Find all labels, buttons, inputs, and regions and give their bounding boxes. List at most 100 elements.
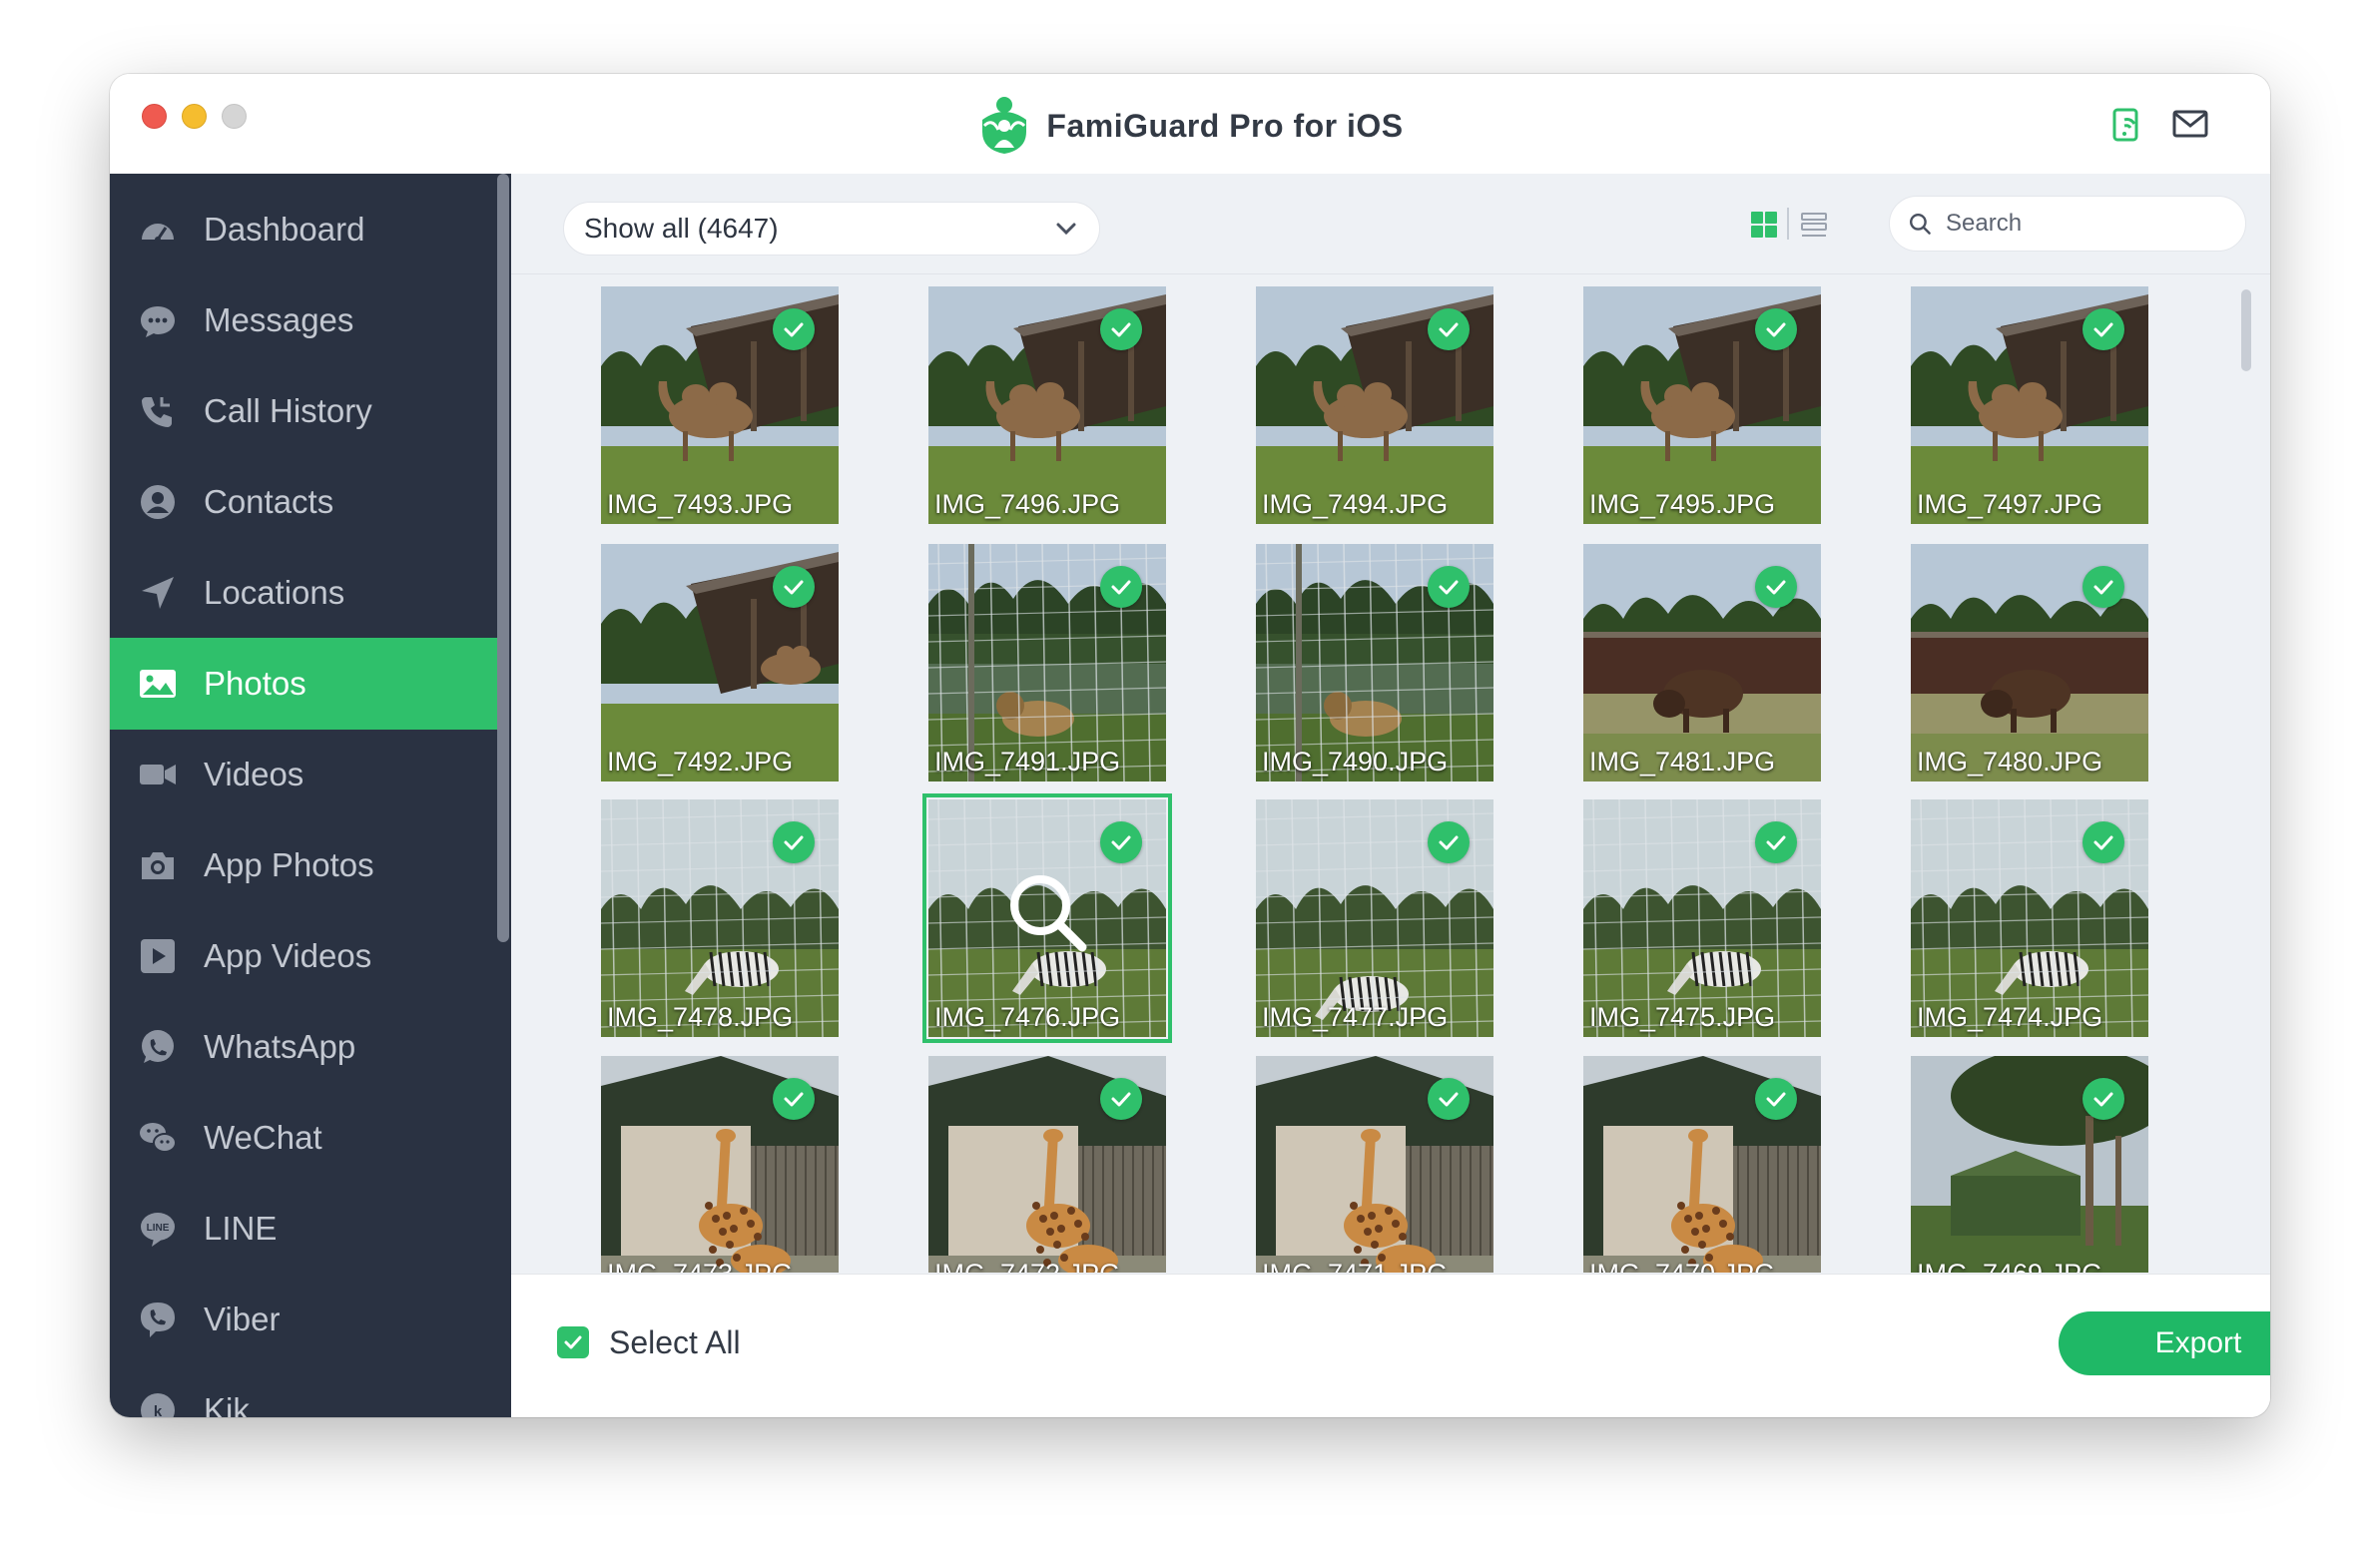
photo-checkbox[interactable] (1755, 1078, 1797, 1120)
sidebar-item-whatsapp[interactable]: WhatsApp (110, 1001, 499, 1093)
photo-checkbox[interactable] (1755, 308, 1797, 350)
photo-thumbnail[interactable]: IMG_7477.JPG (1256, 799, 1493, 1037)
list-view-icon[interactable] (1799, 210, 1829, 240)
photo-thumbnail[interactable]: IMG_7470.JPG (1583, 1056, 1821, 1273)
sidebar-scrollbar[interactable] (497, 174, 509, 942)
photo-thumbnail[interactable]: IMG_7476.JPG (922, 793, 1172, 1043)
sidebar-item-app-photos[interactable]: App Photos (110, 819, 499, 911)
photo-filename: IMG_7480.JPG (1917, 747, 2103, 777)
sidebar-item-locations[interactable]: Locations (110, 547, 499, 639)
sidebar-item-messages[interactable]: Messages (110, 274, 499, 366)
photo-thumbnail[interactable]: IMG_7478.JPG (601, 799, 839, 1037)
photo-checkbox[interactable] (1428, 821, 1470, 863)
photo-checkbox[interactable] (2082, 1078, 2124, 1120)
photo-thumbnail[interactable]: IMG_7471.JPG (1256, 1056, 1493, 1273)
photo-thumbnail[interactable]: IMG_7491.JPG (928, 544, 1166, 781)
sidebar-item-label: Call History (204, 392, 372, 429)
play-icon (138, 936, 178, 976)
checkmark-icon (784, 835, 804, 850)
photo-thumbnail[interactable]: IMG_7495.JPG (1583, 286, 1821, 524)
sidebar-item-kik[interactable]: k Kik (110, 1364, 499, 1417)
grid-view-icon[interactable] (1749, 210, 1779, 240)
sidebar-item-dashboard[interactable]: Dashboard (110, 184, 499, 275)
checkmark-icon (564, 1335, 582, 1349)
location-arrow-icon (138, 573, 178, 613)
photo-checkbox[interactable] (1428, 308, 1470, 350)
sidebar-item-line[interactable]: LINE LINE (110, 1183, 499, 1275)
photo-filename: IMG_7490.JPG (1262, 747, 1449, 777)
sidebar-item-app-videos[interactable]: App Videos (110, 910, 499, 1002)
photo-filename: IMG_7476.JPG (934, 1002, 1121, 1032)
sidebar-item-label: Dashboard (204, 211, 365, 248)
filter-dropdown[interactable]: Show all (4647) (563, 202, 1100, 256)
magnifier-icon[interactable] (1004, 869, 1090, 955)
sidebar-item-label: WeChat (204, 1119, 322, 1156)
photo-checkbox[interactable] (1428, 566, 1470, 608)
photo-checkbox[interactable] (1100, 821, 1142, 863)
photo-thumbnail[interactable]: IMG_7480.JPG (1911, 544, 2148, 781)
photo-checkbox[interactable] (1755, 566, 1797, 608)
photo-thumbnail[interactable]: IMG_7494.JPG (1256, 286, 1493, 524)
photo-checkbox[interactable] (773, 821, 815, 863)
photo-thumbnail[interactable]: IMG_7493.JPG (601, 286, 839, 524)
checkmark-icon (1111, 1092, 1131, 1107)
app-title: FamiGuard Pro for iOS (1046, 107, 1404, 144)
photo-filename: IMG_7497.JPG (1917, 489, 2103, 519)
photo-checkbox[interactable] (773, 566, 815, 608)
search-input[interactable] (1944, 209, 2227, 239)
photo-checkbox[interactable] (773, 1078, 815, 1120)
photo-thumbnail[interactable]: IMG_7497.JPG (1911, 286, 2148, 524)
mail-icon[interactable] (2170, 104, 2210, 144)
checkmark-icon (1111, 322, 1131, 337)
photo-checkbox[interactable] (1100, 1078, 1142, 1120)
sidebar-item-photos[interactable]: Photos (110, 638, 499, 730)
photo-checkbox[interactable] (1428, 1078, 1470, 1120)
sidebar-item-label: Videos (204, 756, 304, 792)
photo-thumbnail[interactable]: IMG_7474.JPG (1911, 799, 2148, 1037)
photo-thumbnail[interactable]: IMG_7492.JPG (601, 544, 839, 781)
photo-thumbnail[interactable]: IMG_7481.JPG (1583, 544, 1821, 781)
sidebar-item-label: Viber (204, 1301, 281, 1337)
photo-checkbox[interactable] (1100, 566, 1142, 608)
sidebar-item-call-history[interactable]: Call History (110, 365, 499, 457)
photo-thumbnail[interactable]: IMG_7475.JPG (1583, 799, 1821, 1037)
photo-checkbox[interactable] (1755, 821, 1797, 863)
viber-icon (138, 1300, 178, 1339)
device-connect-icon[interactable] (2106, 104, 2146, 144)
search-box[interactable] (1889, 196, 2246, 252)
photos-icon (138, 664, 178, 704)
sidebar-item-label: WhatsApp (204, 1028, 356, 1065)
photo-thumbnail[interactable]: IMG_7490.JPG (1256, 544, 1493, 781)
select-all-checkbox[interactable] (557, 1326, 589, 1358)
photo-filename: IMG_7472.JPG (934, 1259, 1120, 1273)
photo-thumbnail[interactable]: IMG_7472.JPG (928, 1056, 1166, 1273)
photo-filename: IMG_7474.JPG (1917, 1002, 2103, 1032)
checkmark-icon (1439, 580, 1459, 595)
export-button[interactable]: Export (2059, 1311, 2270, 1375)
photo-filename: IMG_7469.JPG (1917, 1259, 2102, 1273)
photo-thumbnail[interactable]: IMG_7469.JPG (1911, 1056, 2148, 1273)
call-history-icon (138, 391, 178, 431)
contacts-icon (138, 482, 178, 522)
sidebar-item-viber[interactable]: Viber (110, 1274, 499, 1365)
sidebar-item-wechat[interactable]: WeChat (110, 1092, 499, 1184)
checkmark-icon (1439, 1092, 1459, 1107)
line-icon: LINE (138, 1209, 178, 1249)
sidebar-item-videos[interactable]: Videos (110, 729, 499, 820)
checkmark-icon (784, 580, 804, 595)
photo-grid-scrollbar[interactable] (2241, 289, 2251, 371)
photo-checkbox[interactable] (2082, 308, 2124, 350)
photo-checkbox[interactable] (2082, 821, 2124, 863)
photo-checkbox[interactable] (2082, 566, 2124, 608)
photo-checkbox[interactable] (773, 308, 815, 350)
filter-dropdown-value: Show all (4647) (584, 213, 779, 244)
photo-checkbox[interactable] (1100, 308, 1142, 350)
checkmark-icon (1766, 322, 1786, 337)
photo-thumbnail[interactable]: IMG_7496.JPG (928, 286, 1166, 524)
photo-filename: IMG_7470.JPG (1589, 1259, 1775, 1273)
sidebar-item-label: LINE (204, 1210, 278, 1247)
checkmark-icon (1439, 835, 1459, 850)
photo-thumbnail[interactable]: IMG_7473.JPG (601, 1056, 839, 1273)
sidebar-item-contacts[interactable]: Contacts (110, 456, 499, 548)
checkmark-icon (2093, 322, 2113, 337)
